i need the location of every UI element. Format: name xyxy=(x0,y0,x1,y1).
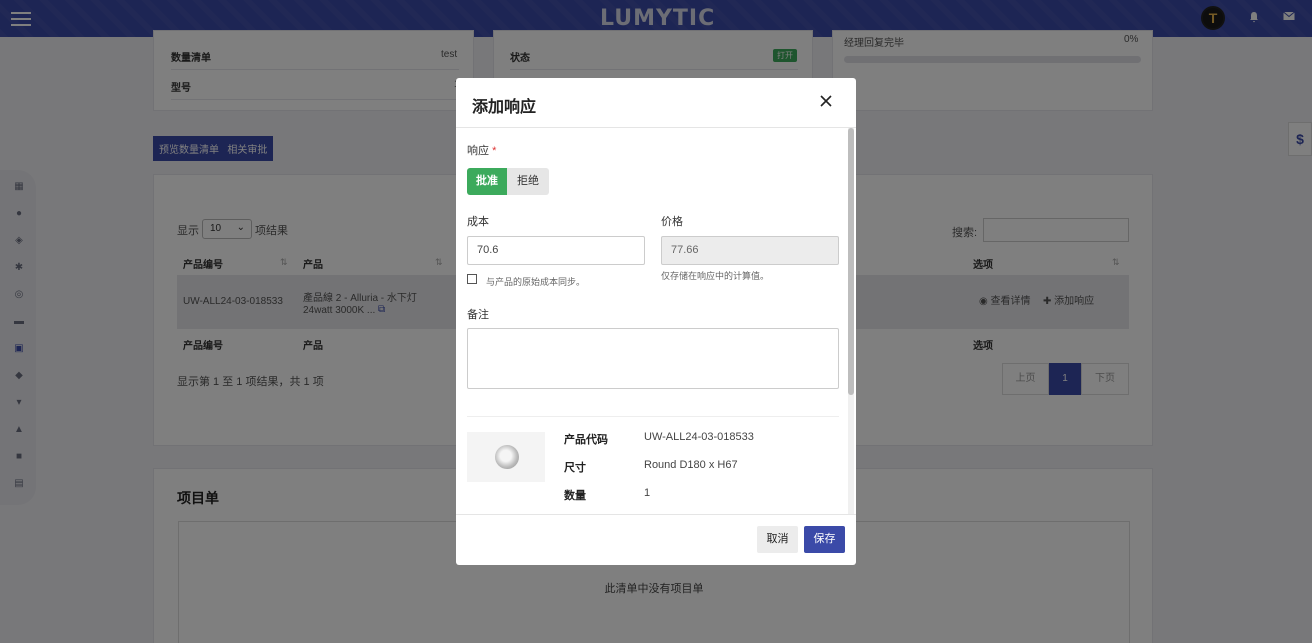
scrollbar-thumb[interactable] xyxy=(848,128,854,395)
price-label: 价格 xyxy=(661,213,683,229)
cost-label: 成本 xyxy=(467,213,489,229)
cancel-button[interactable]: 取消 xyxy=(757,526,798,553)
sync-cost-label: 与产品的原始成本同步。 xyxy=(486,275,585,288)
response-label-text: 响应 xyxy=(467,145,489,157)
qty-label: 数量 xyxy=(564,487,586,503)
product-image xyxy=(467,432,545,482)
modal-title: 添加响应 xyxy=(472,93,536,117)
product-code-value: UW-ALL24-03-018533 xyxy=(644,431,754,443)
sync-cost-checkbox[interactable] xyxy=(467,274,477,284)
qty-value: 1 xyxy=(644,487,650,499)
response-label: 响应 * xyxy=(467,142,496,158)
reject-button[interactable]: 拒绝 xyxy=(507,168,549,195)
close-icon[interactable] xyxy=(818,93,834,109)
size-value: Round D180 x H67 xyxy=(644,459,738,471)
add-response-modal: 添加响应 响应 * 批准 拒绝 成本 70.6 与产品的原始成本同步。 价格 7… xyxy=(456,78,856,565)
product-thumbnail xyxy=(495,445,519,469)
notes-label: 备注 xyxy=(467,306,489,322)
approve-button[interactable]: 批准 xyxy=(467,168,507,195)
modal-scrollbar[interactable] xyxy=(848,128,854,514)
cost-input[interactable]: 70.6 xyxy=(467,236,645,265)
size-label: 尺寸 xyxy=(564,459,586,475)
price-hint: 仅存储在响应中的计算值。 xyxy=(661,269,769,282)
save-button[interactable]: 保存 xyxy=(804,526,845,553)
price-input: 77.66 xyxy=(661,236,839,265)
notes-textarea[interactable] xyxy=(467,328,839,389)
product-code-label: 产品代码 xyxy=(564,431,608,447)
required-mark: * xyxy=(492,145,496,157)
